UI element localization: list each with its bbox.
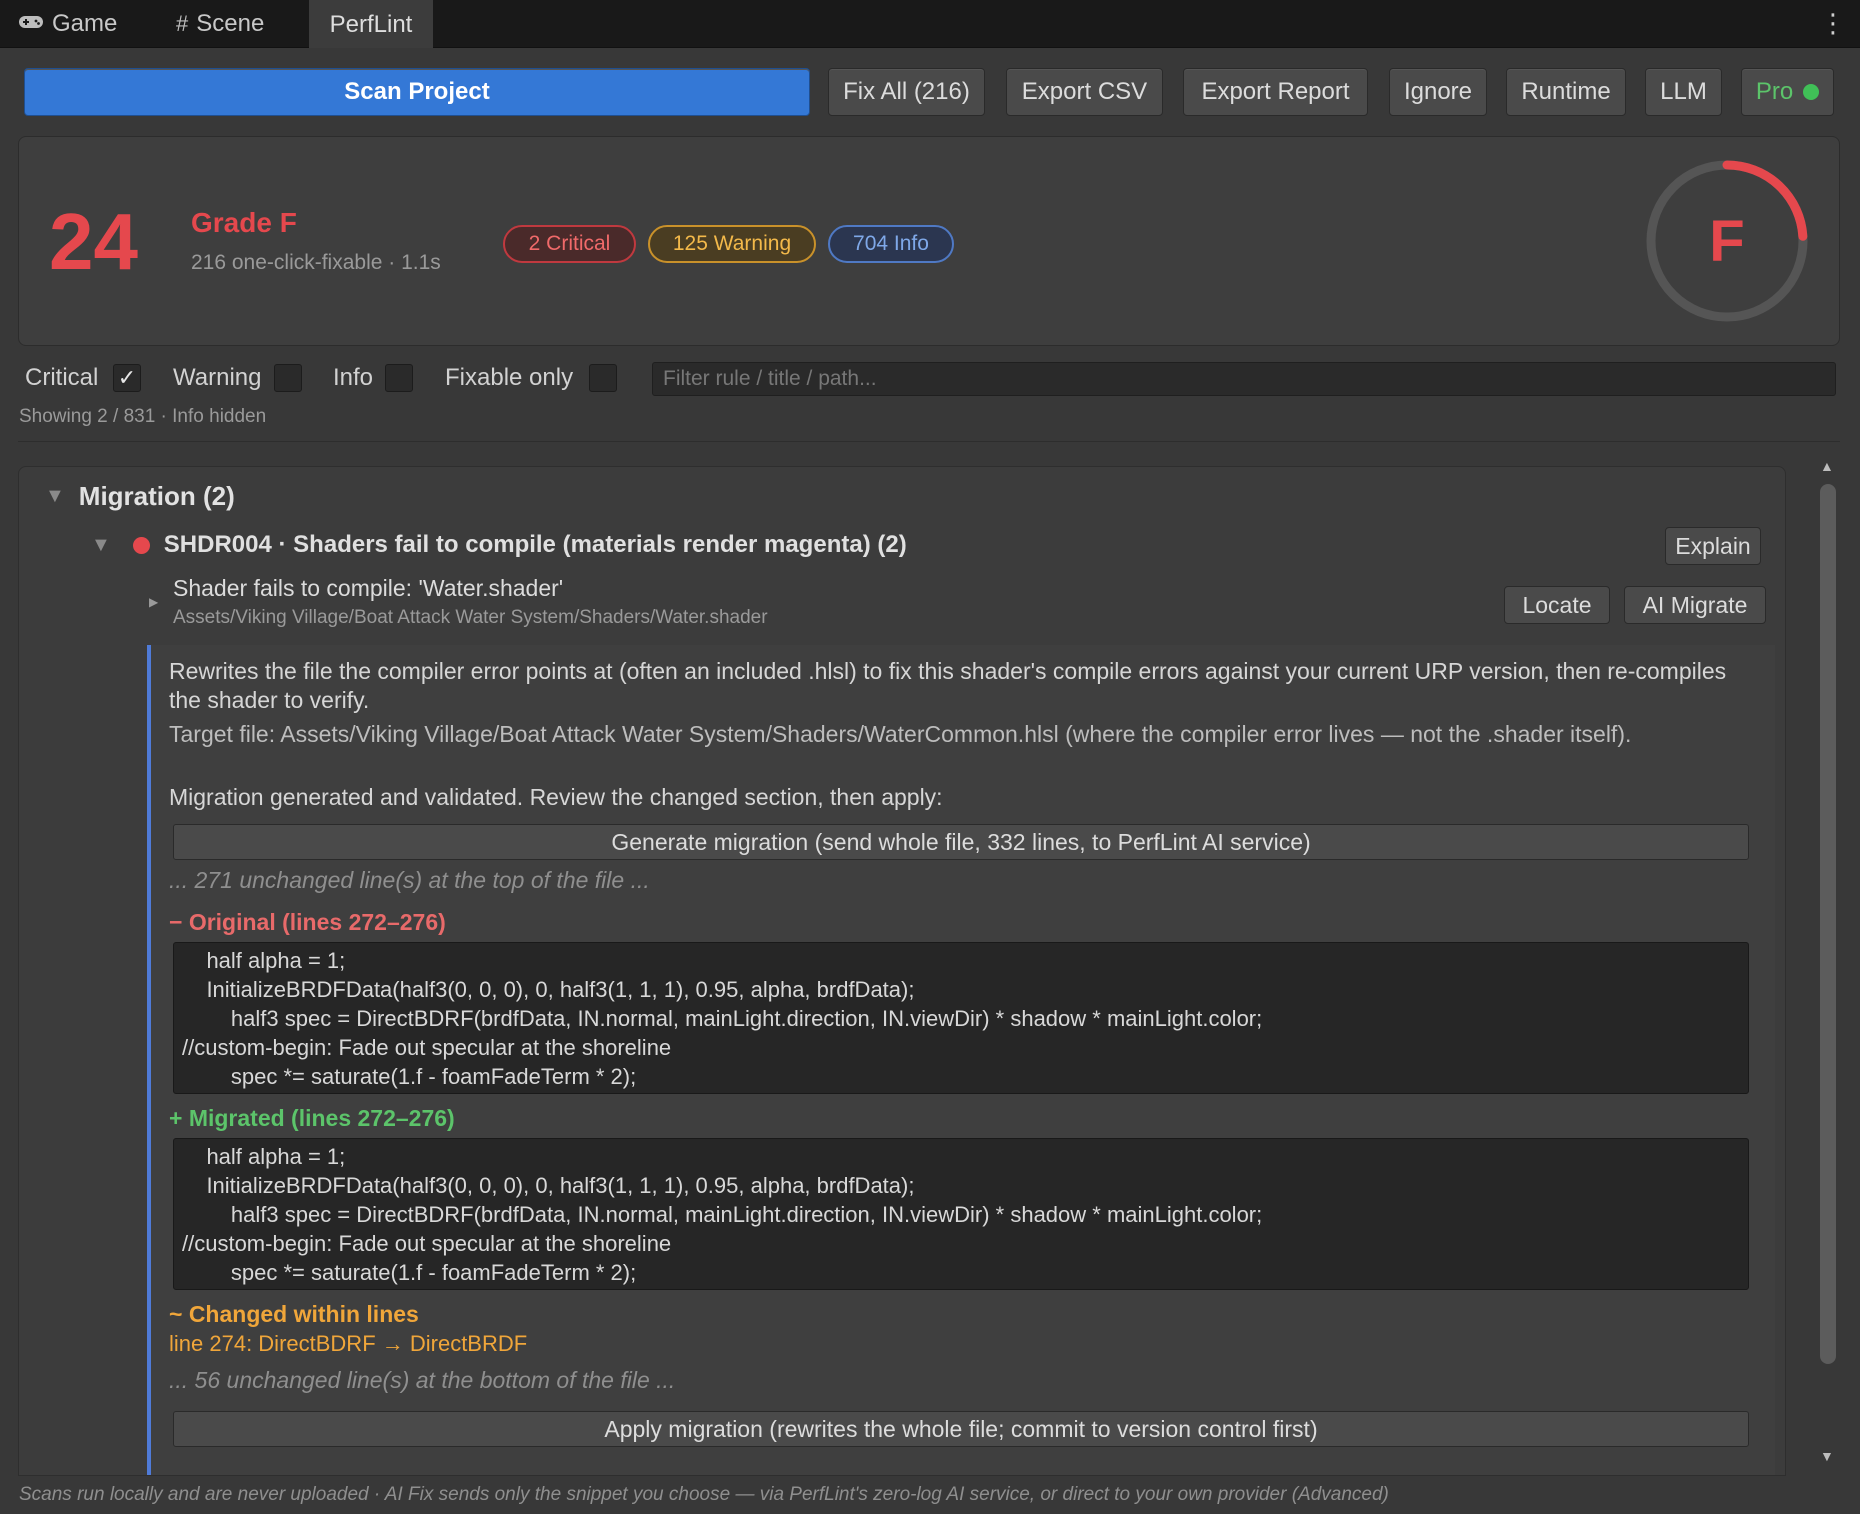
group-title: Migration (2) <box>78 481 235 511</box>
code-line: //custom-begin: Fade out specular at the… <box>182 1035 672 1060</box>
runtime-button[interactable]: Runtime <box>1506 68 1626 116</box>
rule-title: SHDR004 · Shaders fail to compile (mater… <box>163 531 907 558</box>
bottom-unchanged-note: ... 56 unchanged line(s) at the bottom o… <box>169 1367 676 1393</box>
code-line: half3 spec = DirectBDRF(brdfData, IN.nor… <box>182 1202 1263 1227</box>
code-line: //custom-begin: Fade out specular at the… <box>182 1231 672 1256</box>
tab-game-label: Game <box>52 10 118 37</box>
pro-label: Pro <box>1755 78 1794 105</box>
generate-migration-button[interactable]: Generate migration (send whole file, 332… <box>173 824 1749 860</box>
filter-search-input[interactable] <box>652 362 1836 396</box>
warning-count-badge: 125 Warning <box>648 225 816 263</box>
collapse-triangle-icon[interactable]: ▼ <box>91 534 111 557</box>
finding-path: Assets/Viking Village/Boat Attack Water … <box>173 607 768 628</box>
fix-all-button[interactable]: Fix All (216) <box>828 68 985 116</box>
ai-migrate-button[interactable]: AI Migrate <box>1624 586 1766 624</box>
vertical-scrollbar[interactable] <box>1820 484 1836 1364</box>
critical-filter-label: Critical <box>25 364 99 391</box>
grade-gauge: F <box>1646 160 1808 322</box>
original-code-block: half alpha = 1; InitializeBRDFData(half3… <box>173 942 1749 1094</box>
fixable-filter-checkbox[interactable] <box>589 364 617 392</box>
critical-dot-icon <box>132 536 150 554</box>
target-file-text: Target file: Assets/Viking Village/Boat … <box>169 721 1632 747</box>
expand-triangle-icon[interactable]: ▶ <box>149 595 158 609</box>
tab-perflint-label: PerfLint <box>329 11 413 38</box>
code-line: half3 spec = DirectBDRF(brdfData, IN.nor… <box>182 1006 1263 1031</box>
top-unchanged-note: ... 271 unchanged line(s) at the top of … <box>169 867 650 893</box>
grid-icon: # <box>176 11 189 36</box>
rule-header[interactable]: ▼ SHDR004 · Shaders fail to compile (mat… <box>91 531 907 559</box>
collapse-triangle-icon[interactable]: ▼ <box>45 485 65 508</box>
privacy-footer: Scans run locally and are never uploaded… <box>19 1484 1389 1505</box>
grade-label: Grade F <box>191 207 297 238</box>
code-line: spec *= saturate(1.f - foamFadeTerm * 2)… <box>182 1260 637 1285</box>
export-report-button[interactable]: Export Report <box>1183 68 1368 116</box>
gamepad-icon <box>18 11 44 37</box>
migration-description: Rewrites the file the compiler error poi… <box>169 658 1727 713</box>
checkmark-icon: ✓ <box>117 365 137 390</box>
pro-status-dot <box>1803 84 1820 100</box>
showing-count: Showing 2 / 831 · Info hidden <box>19 406 267 427</box>
ignore-button[interactable]: Ignore <box>1389 68 1487 116</box>
changed-line: line 274: DirectBDRF → DirectBRDF <box>169 1331 528 1356</box>
score-panel: 24 Grade F 216 one-click-fixable · 1.1s … <box>18 136 1840 346</box>
score-value: 24 <box>49 197 138 286</box>
group-header[interactable]: ▼ Migration (2) <box>45 481 235 512</box>
code-line: half alpha = 1; <box>182 948 346 973</box>
original-header: − Original (lines 272–276) <box>169 909 446 935</box>
more-options-icon[interactable]: ⋮ <box>1820 8 1846 38</box>
scan-project-button[interactable]: Scan Project <box>24 68 810 116</box>
migrated-header: + Migrated (lines 272–276) <box>169 1105 455 1131</box>
tab-scene[interactable]: # Scene <box>158 0 282 48</box>
tab-game[interactable]: Game <box>0 0 135 48</box>
code-line: InitializeBRDFData(half3(0, 0, 0), 0, ha… <box>182 977 915 1002</box>
code-line: InitializeBRDFData(half3(0, 0, 0), 0, ha… <box>182 1173 915 1198</box>
code-line: half alpha = 1; <box>182 1144 346 1169</box>
tab-scene-label: Scene <box>196 10 265 37</box>
apply-migration-button[interactable]: Apply migration (rewrites the whole file… <box>173 1411 1749 1447</box>
finding-title: Shader fails to compile: 'Water.shader' <box>173 575 564 601</box>
scroll-up-arrow-icon[interactable]: ▲ <box>1820 458 1834 474</box>
editor-tab-bar: Game # Scene PerfLint ⋮ <box>0 0 1860 48</box>
tab-perflint[interactable]: PerfLint <box>309 0 433 48</box>
divider <box>18 441 1840 442</box>
code-line: spec *= saturate(1.f - foamFadeTerm * 2)… <box>182 1064 637 1089</box>
info-filter-checkbox[interactable] <box>385 364 413 392</box>
info-filter-label: Info <box>333 364 374 391</box>
migration-detail-panel: Rewrites the file the compiler error poi… <box>147 645 1775 1475</box>
migrated-code-block: half alpha = 1; InitializeBRDFData(half3… <box>173 1138 1749 1290</box>
locate-button[interactable]: Locate <box>1504 586 1610 624</box>
pro-button[interactable]: Pro <box>1741 68 1834 116</box>
explain-button[interactable]: Explain <box>1665 527 1761 565</box>
critical-filter-checkbox[interactable]: ✓ <box>113 364 141 392</box>
info-count-badge: 704 Info <box>828 225 954 263</box>
llm-button[interactable]: LLM <box>1645 68 1722 116</box>
fixable-filter-label: Fixable only <box>445 364 574 391</box>
migration-status: Migration generated and validated. Revie… <box>169 784 943 810</box>
export-csv-button[interactable]: Export CSV <box>1006 68 1163 116</box>
warning-filter-checkbox[interactable] <box>274 364 302 392</box>
grade-subtitle: 216 one-click-fixable · 1.1s <box>191 251 441 274</box>
warning-filter-label: Warning <box>173 364 262 391</box>
changed-header: ~ Changed within lines <box>169 1301 419 1327</box>
scroll-down-arrow-icon[interactable]: ▼ <box>1820 1448 1834 1464</box>
critical-count-badge: 2 Critical <box>503 225 636 263</box>
results-panel: ▼ Migration (2) ▼ SHDR004 · Shaders fail… <box>18 466 1786 1476</box>
gauge-letter: F <box>1709 209 1744 274</box>
